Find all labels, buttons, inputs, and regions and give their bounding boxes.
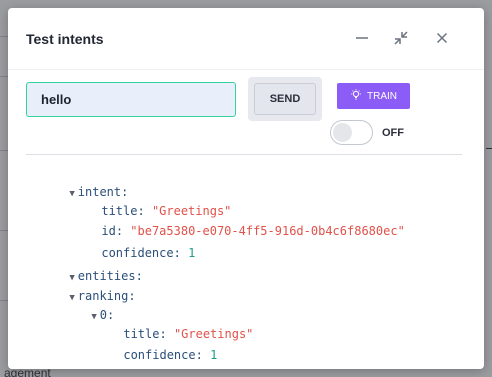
dialog-header: Test intents: [8, 8, 484, 70]
section-divider: [26, 154, 462, 155]
train-button[interactable]: TRAIN: [337, 83, 410, 109]
toggle-switch[interactable]: [330, 120, 373, 145]
train-button-label: TRAIN: [367, 90, 397, 102]
tree-value: 1: [210, 348, 218, 362]
test-intents-dialog: Test intents SEND: [8, 8, 484, 369]
toggle-knob: [333, 123, 352, 142]
close-icon[interactable]: [432, 28, 452, 48]
toggle-state-label: OFF: [382, 127, 404, 139]
collapse-icon[interactable]: [391, 28, 411, 48]
send-button-label: SEND: [269, 93, 301, 105]
send-button-wrapper: SEND: [248, 77, 322, 121]
dialog-title: Test intents: [26, 31, 104, 47]
tree-value: 1: [188, 246, 196, 260]
query-input[interactable]: [26, 82, 236, 117]
tree-key: confidence: [123, 348, 196, 362]
minimize-icon[interactable]: [352, 28, 372, 48]
tree-row-ranking-confidence: confidence: 1: [123, 348, 218, 362]
lightbulb-icon: [350, 88, 362, 104]
send-button[interactable]: SEND: [254, 83, 316, 115]
